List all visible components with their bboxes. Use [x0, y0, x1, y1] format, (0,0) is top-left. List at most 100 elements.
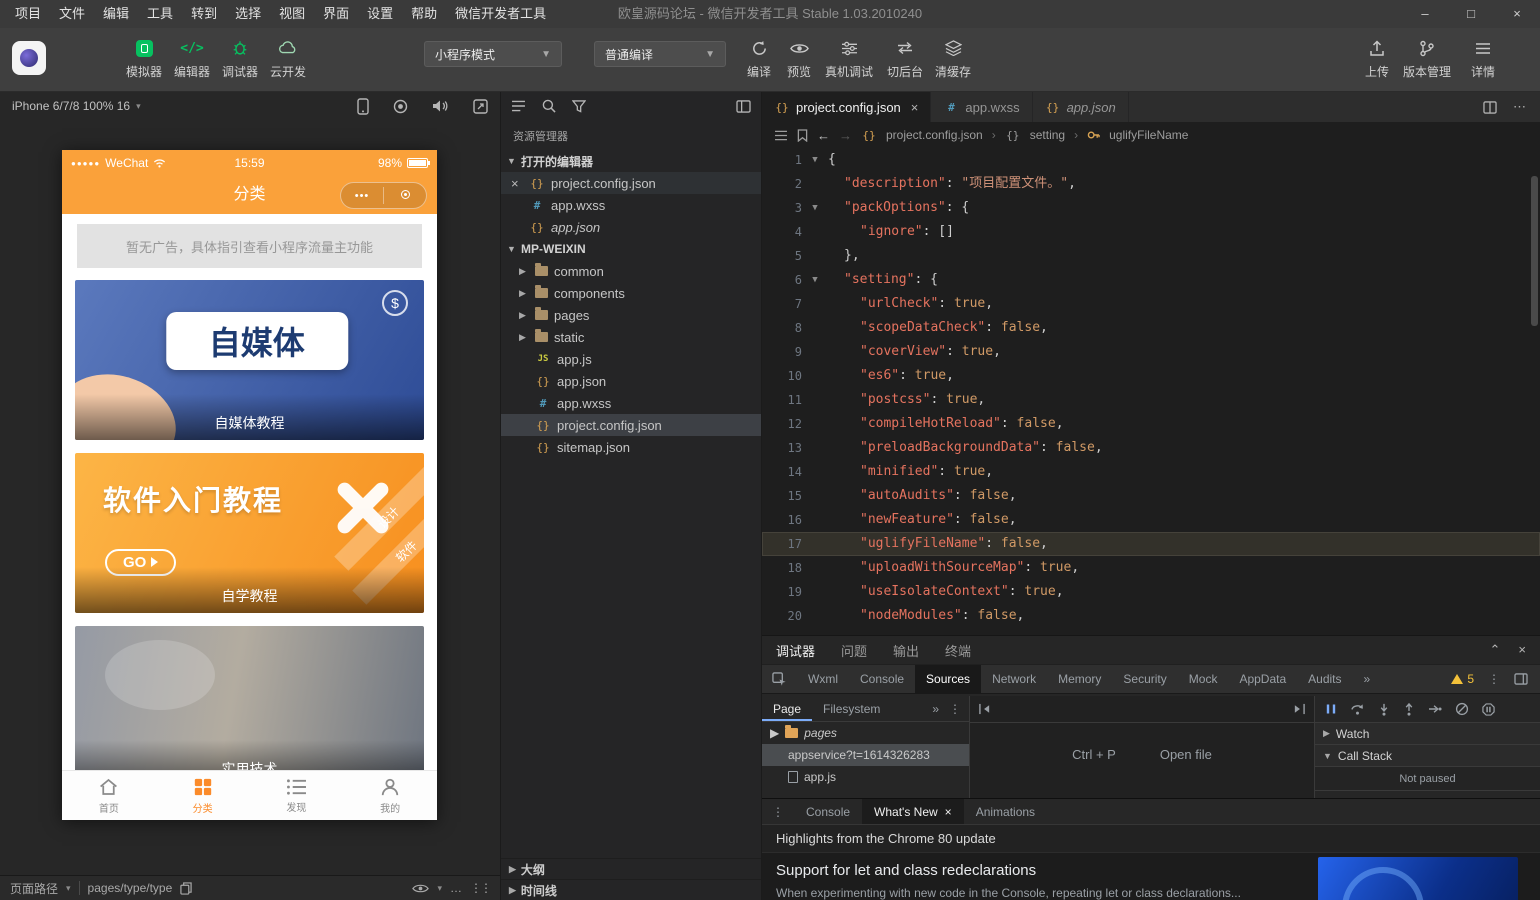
fold-chevron-icon[interactable]: ▼	[802, 268, 828, 292]
collapse-all-icon[interactable]	[511, 100, 526, 112]
open-editor-item[interactable]: ×{}project.config.json	[501, 172, 761, 194]
upload-button[interactable]: 上传	[1349, 38, 1405, 80]
more-actions-icon[interactable]: …	[450, 881, 462, 895]
more-actions-icon[interactable]: ⋯	[1513, 99, 1526, 115]
kebab-menu-icon[interactable]: ⋮	[762, 805, 794, 819]
pause-on-exceptions-icon[interactable]	[1482, 703, 1495, 716]
kebab-menu-icon[interactable]: ⋮	[1488, 672, 1500, 686]
step-over-icon[interactable]	[1350, 703, 1365, 715]
watch-section[interactable]: ▶ Watch	[1315, 723, 1540, 745]
devtools-tab-sources[interactable]: Sources	[915, 665, 981, 693]
navigator-tab-filesystem[interactable]: Filesystem	[812, 696, 891, 721]
tree-file-item[interactable]: {}sitemap.json	[501, 436, 761, 458]
menu-item[interactable]: 文件	[50, 0, 94, 28]
menu-item[interactable]: 转到	[182, 0, 226, 28]
code-line[interactable]: 1▼{	[762, 148, 1540, 172]
menu-item[interactable]: 选择	[226, 0, 270, 28]
debugger-tab[interactable]: 问题	[841, 641, 867, 660]
clear-cache-button[interactable]: 清缓存	[925, 38, 981, 80]
tree-file-item[interactable]: {}app.json	[501, 370, 761, 392]
sources-tree-item[interactable]: ▶pages	[762, 722, 969, 744]
bookmark-icon[interactable]	[797, 129, 808, 142]
code-line[interactable]: 11"postcss": true,	[762, 388, 1540, 412]
editor-tab[interactable]: {}app.json	[1033, 92, 1129, 122]
hide-navigator-icon[interactable]	[978, 703, 992, 715]
menu-item[interactable]: 帮助	[402, 0, 446, 28]
devtools-tab-appdata[interactable]: AppData	[1228, 665, 1297, 693]
devtools-tab-network[interactable]: Network	[981, 665, 1047, 693]
cloud-dev-button[interactable]: 云开发	[260, 38, 316, 80]
device-selector[interactable]: iPhone 6/7/8 100% 16	[12, 99, 130, 113]
debugger-tab[interactable]: 终端	[945, 641, 971, 660]
collapse-panel-icon[interactable]: ⌃	[1490, 642, 1501, 658]
drawer-tab[interactable]: Console	[794, 799, 862, 824]
close-icon[interactable]: ×	[911, 100, 919, 115]
tree-folder-item[interactable]: ▶static	[501, 326, 761, 348]
code-line[interactable]: 20"nodeModules": false,	[762, 604, 1540, 628]
tree-file-item[interactable]: {}project.config.json	[501, 414, 761, 436]
menu-item[interactable]: 设置	[358, 0, 402, 28]
close-icon[interactable]: ×	[511, 176, 523, 191]
maximize-button[interactable]: □	[1448, 0, 1494, 28]
code-line[interactable]: 3▼"packOptions": {	[762, 196, 1540, 220]
menu-item[interactable]: 编辑	[94, 0, 138, 28]
code-line[interactable]: 17"uglifyFileName": false,	[762, 532, 1540, 556]
code-line[interactable]: 19"useIsolateContext": true,	[762, 580, 1540, 604]
project-section[interactable]: ▼ MP-WEIXIN	[501, 238, 761, 260]
filter-icon[interactable]	[572, 100, 586, 113]
explorer-section-大纲[interactable]: ▶大纲	[501, 858, 761, 879]
sources-tree-item[interactable]: app.js	[762, 766, 969, 788]
fold-chevron-icon[interactable]: ▼	[802, 196, 828, 220]
eye-icon[interactable]	[412, 883, 429, 894]
code-line[interactable]: 2"description": "项目配置文件。",	[762, 172, 1540, 196]
tab-profile[interactable]: 我的	[343, 771, 437, 820]
open-editor-item[interactable]: ×#app.wxss	[501, 194, 761, 216]
close-panel-icon[interactable]: ×	[1518, 642, 1526, 658]
code-line[interactable]: 7"urlCheck": true,	[762, 292, 1540, 316]
warning-badge[interactable]: 5	[1451, 672, 1474, 686]
toggle-panel-icon[interactable]	[736, 100, 751, 113]
dock-side-icon[interactable]	[1514, 673, 1528, 685]
user-avatar[interactable]	[12, 41, 46, 75]
close-button[interactable]: ×	[1494, 0, 1540, 28]
code-line[interactable]: 16"newFeature": false,	[762, 508, 1540, 532]
record-icon[interactable]	[393, 99, 408, 114]
debugger-tab[interactable]: 调试器	[776, 641, 815, 660]
tree-folder-item[interactable]: ▶pages	[501, 304, 761, 326]
code-line[interactable]: 18"uploadWithSourceMap": true,	[762, 556, 1540, 580]
search-icon[interactable]	[542, 99, 556, 113]
menu-item[interactable]: 项目	[6, 0, 50, 28]
tree-folder-item[interactable]: ▶common	[501, 260, 761, 282]
detach-window-icon[interactable]	[473, 99, 488, 114]
details-button[interactable]: 详情	[1455, 38, 1511, 80]
editor-scrollbar[interactable]	[1531, 176, 1538, 326]
devtools-tab-wxml[interactable]: Wxml	[797, 665, 849, 693]
step-out-icon[interactable]	[1403, 703, 1415, 716]
kebab-menu-icon[interactable]: ⋮	[949, 702, 961, 716]
compile-mode-select[interactable]: 普通编译 ▼	[594, 41, 726, 67]
call-stack-section[interactable]: ▼ Call Stack	[1315, 745, 1540, 767]
tab-category[interactable]: 分类	[156, 771, 250, 820]
open-editor-item[interactable]: ×{}app.json	[501, 216, 761, 238]
breadcrumb-setting[interactable]: setting	[1030, 128, 1065, 142]
tree-file-item[interactable]: #app.wxss	[501, 392, 761, 414]
mode-select[interactable]: 小程序模式 ▼	[424, 41, 562, 67]
tabs-overflow-chevron[interactable]: »	[1353, 665, 1382, 693]
copy-icon[interactable]	[180, 882, 192, 895]
tab-discover[interactable]: 发现	[250, 771, 344, 820]
remote-debug-button[interactable]: 真机调试	[821, 38, 877, 80]
open-file-link[interactable]: Open file	[1160, 747, 1212, 762]
devtools-tab-memory[interactable]: Memory	[1047, 665, 1112, 693]
code-line[interactable]: 15"autoAudits": false,	[762, 484, 1540, 508]
code-line[interactable]: 13"preloadBackgroundData": false,	[762, 436, 1540, 460]
tree-folder-item[interactable]: ▶components	[501, 282, 761, 304]
open-editors-section[interactable]: ▼ 打开的编辑器	[501, 150, 761, 172]
inspect-element-icon[interactable]	[762, 672, 797, 687]
back-arrow-icon[interactable]: ←	[817, 128, 830, 143]
more-menu-button[interactable]: •••	[341, 190, 383, 202]
drawer-tab[interactable]: Animations	[964, 799, 1047, 824]
code-line[interactable]: 10"es6": true,	[762, 364, 1540, 388]
forward-arrow-icon[interactable]: →	[839, 128, 852, 143]
menu-item[interactable]: 界面	[314, 0, 358, 28]
debugger-tab[interactable]: 输出	[893, 641, 919, 660]
